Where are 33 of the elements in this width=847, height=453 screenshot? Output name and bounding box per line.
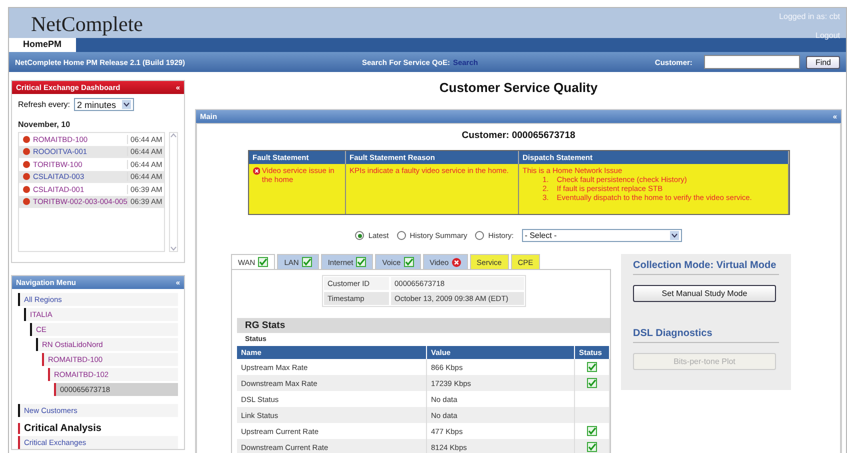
customer-heading: Customer: 000065673718 bbox=[462, 130, 576, 141]
manual-mode-button[interactable]: Set Manual Study Mode bbox=[633, 285, 776, 302]
page-title: Customer Service Quality bbox=[438, 80, 599, 97]
section-heading: Collection Mode: Virtual Mode bbox=[633, 260, 779, 275]
radio-button[interactable] bbox=[355, 231, 364, 240]
logo: NetComplete bbox=[31, 11, 143, 38]
check-icon bbox=[356, 257, 366, 267]
date-heading: November, 10 bbox=[18, 120, 72, 129]
check-icon bbox=[587, 426, 597, 436]
check-icon bbox=[587, 378, 597, 388]
radio-button[interactable] bbox=[475, 231, 484, 240]
history-select[interactable]: - Select - bbox=[522, 229, 682, 242]
section-heading: RG Stats bbox=[237, 318, 610, 333]
scroll-down-icon[interactable] bbox=[170, 246, 178, 251]
scrollbar[interactable] bbox=[169, 132, 178, 252]
error-icon bbox=[452, 258, 461, 266]
customer-field[interactable] bbox=[704, 55, 800, 69]
scroll-up-icon[interactable] bbox=[170, 133, 178, 138]
check-icon bbox=[587, 362, 597, 372]
caret-icon bbox=[670, 231, 679, 240]
check-icon bbox=[302, 257, 312, 267]
caret-icon bbox=[122, 100, 132, 109]
refresh-label: Refresh every: bbox=[18, 100, 70, 109]
error-icon bbox=[252, 166, 260, 176]
check-icon bbox=[404, 257, 414, 267]
check-icon bbox=[258, 257, 268, 267]
section-heading: Critical Analysis bbox=[18, 423, 178, 434]
radio-button[interactable] bbox=[396, 231, 406, 240]
logged-in-text: Logged in as: cbt bbox=[779, 12, 840, 21]
refresh-select[interactable]: 2 minutes bbox=[74, 98, 134, 111]
find-button[interactable]: Find bbox=[806, 56, 840, 68]
app-tab[interactable]: HomePM bbox=[9, 38, 76, 52]
section-heading: DSL Diagnostics bbox=[633, 328, 779, 343]
